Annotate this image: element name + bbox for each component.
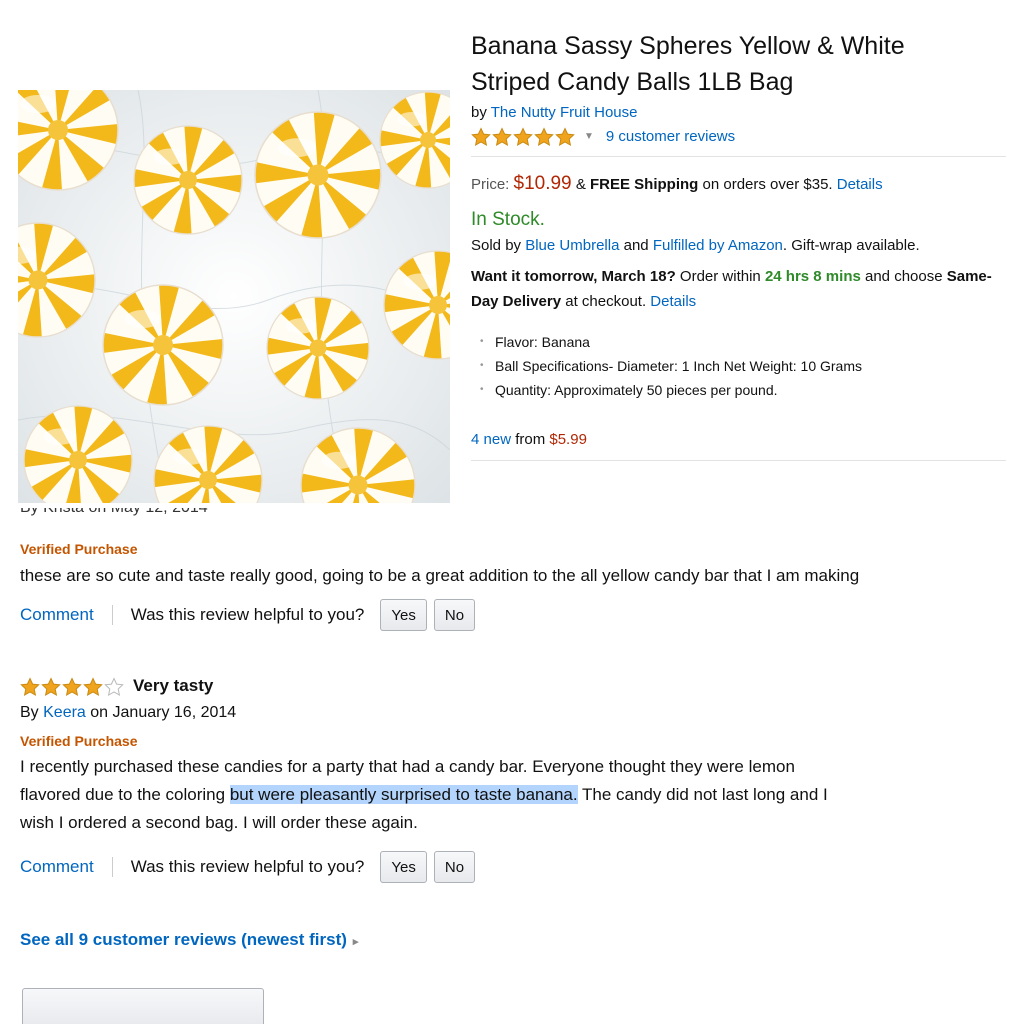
comment-link[interactable]: Comment xyxy=(20,857,94,877)
helpful-no-button[interactable]: No xyxy=(433,599,476,631)
offers-from: from xyxy=(515,431,546,448)
review-1: Verified Purchase these are so cute and … xyxy=(20,541,1010,631)
see-all-reviews-label: See all 9 customer reviews (newest first… xyxy=(20,930,347,949)
divider xyxy=(111,857,113,877)
review-text-line2-end: The candy did not last long and I xyxy=(577,785,828,804)
chevron-down-icon[interactable]: ▼ xyxy=(584,131,594,142)
giftwrap-text: . Gift-wrap available. xyxy=(782,237,920,254)
want-it-tomorrow: Want it tomorrow, March 18? xyxy=(471,268,676,285)
brand-link[interactable]: The Nutty Fruit House xyxy=(491,104,638,121)
verified-purchase-badge: Verified Purchase xyxy=(20,733,138,749)
by-prefix: By xyxy=(20,704,39,721)
shipping-prefix: & xyxy=(575,176,586,193)
delivery-info: Want it tomorrow, March 18? Order within… xyxy=(471,264,1006,314)
review-text-line2-start: flavored due to the coloring xyxy=(20,785,230,804)
review-star-rating[interactable] xyxy=(20,676,125,696)
bullet-specifications: Ball Specifications- Diameter: 1 Inch Ne… xyxy=(471,354,1006,378)
delivery-details-link[interactable]: Details xyxy=(650,293,696,310)
star-filled-icon xyxy=(471,126,491,146)
review-byline: By Krista on May 12, 2014 xyxy=(20,508,208,517)
offers-price: $5.99 xyxy=(549,431,587,448)
star-filled-icon xyxy=(555,126,575,146)
see-all-reviews-link[interactable]: See all 9 customer reviews (newest first… xyxy=(20,930,358,950)
review-byline: By Keera on January 16, 2014 xyxy=(20,704,1010,722)
and-choose: and choose xyxy=(865,268,943,285)
write-review-button[interactable] xyxy=(22,988,264,1024)
product-star-rating[interactable] xyxy=(471,126,576,146)
divider xyxy=(471,156,1006,157)
delivery-countdown: 24 hrs 8 mins xyxy=(764,268,861,285)
helpful-yes-button[interactable]: Yes xyxy=(380,851,427,883)
review-title[interactable]: Very tasty xyxy=(133,676,213,696)
new-offers-link[interactable]: 4 new xyxy=(471,431,511,448)
candy-image xyxy=(18,90,450,503)
selected-text-highlight: but were pleasantly surprised to taste b… xyxy=(229,785,578,804)
star-filled-icon xyxy=(492,126,512,146)
stock-status: In Stock. xyxy=(471,209,545,230)
star-filled-icon xyxy=(513,126,533,146)
shipping-suffix: on orders over $35. xyxy=(702,176,833,193)
product-title: Banana Sassy Spheres Yellow & White Stri… xyxy=(471,28,1006,100)
review-byline-cutoff: By Krista on May 12, 2014 xyxy=(20,508,280,524)
review-date: on January 16, 2014 xyxy=(90,704,237,721)
star-filled-icon xyxy=(534,126,554,146)
review-2: Very tasty By Keera on January 16, 2014 … xyxy=(20,673,1010,883)
bullet-flavor: Flavor: Banana xyxy=(471,330,1006,354)
bullet-quantity: Quantity: Approximately 50 pieces per po… xyxy=(471,378,1006,402)
helpful-no-button[interactable]: No xyxy=(433,851,476,883)
fulfilled-by-amazon-link[interactable]: Fulfilled by Amazon xyxy=(653,237,783,254)
free-shipping-label: FREE Shipping xyxy=(590,176,699,193)
star-filled-icon xyxy=(83,676,103,696)
chevron-right-icon: ▸ xyxy=(352,936,359,948)
divider xyxy=(471,460,1006,461)
order-within: Order within xyxy=(679,268,761,285)
review-text: I recently purchased these candies for a… xyxy=(20,753,1010,837)
review-actions: Comment Was this review helpful to you? … xyxy=(20,599,1010,631)
review-header: Very tasty xyxy=(20,673,1010,699)
product-image[interactable] xyxy=(18,90,450,503)
review-text-line3: wish I ordered a second bag. I will orde… xyxy=(20,813,418,832)
by-prefix: by xyxy=(471,104,487,121)
sold-by: Sold by Blue Umbrella and Fulfilled by A… xyxy=(471,237,1006,254)
divider xyxy=(111,605,113,625)
helpful-question: Was this review helpful to you? xyxy=(130,857,365,876)
review-author-link[interactable]: Keera xyxy=(43,704,86,721)
comment-link[interactable]: Comment xyxy=(20,605,94,625)
star-filled-icon xyxy=(20,676,40,696)
seller-link[interactable]: Blue Umbrella xyxy=(525,237,619,254)
review-actions: Comment Was this review helpful to you? … xyxy=(20,851,1010,883)
feature-bullets: Flavor: Banana Ball Specifications- Diam… xyxy=(471,330,1006,402)
byline: by The Nutty Fruit House xyxy=(471,104,1006,121)
shipping-details-link[interactable]: Details xyxy=(837,176,883,193)
rating-row: ▼ 9 customer reviews xyxy=(471,125,1006,147)
product-title-line2: Striped Candy Balls 1LB Bag xyxy=(471,68,794,96)
helpful-yes-button[interactable]: Yes xyxy=(380,599,427,631)
product-title-line1: Banana Sassy Spheres Yellow & White xyxy=(471,32,905,60)
helpful-question: Was this review helpful to you? xyxy=(130,605,365,624)
sold-by-prefix: Sold by xyxy=(471,237,522,254)
price-value: $10.99 xyxy=(513,173,572,194)
verified-purchase-badge: Verified Purchase xyxy=(20,541,138,557)
price-label: Price: xyxy=(471,176,510,193)
star-empty-icon xyxy=(104,676,124,696)
product-info: Banana Sassy Spheres Yellow & White Stri… xyxy=(471,28,1006,461)
star-filled-icon xyxy=(62,676,82,696)
price-row: Price: $10.99 & FREE Shipping on orders … xyxy=(471,173,1006,195)
review-text: these are so cute and taste really good,… xyxy=(20,566,860,585)
at-checkout: at checkout. xyxy=(565,293,647,310)
review-text-line1: I recently purchased these candies for a… xyxy=(20,757,795,776)
star-filled-icon xyxy=(41,676,61,696)
customer-reviews-link[interactable]: 9 customer reviews xyxy=(606,128,735,145)
and-text: and xyxy=(623,237,649,254)
offers: 4 new from $5.99 xyxy=(471,431,1006,448)
